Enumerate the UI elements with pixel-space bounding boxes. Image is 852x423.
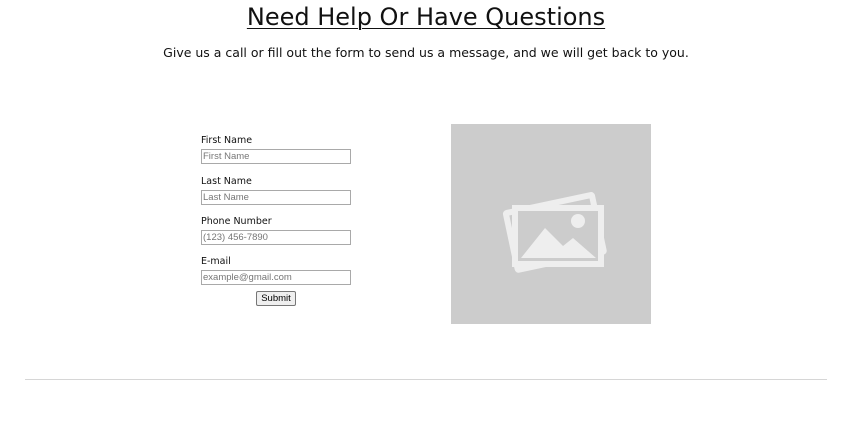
first-name-group: First Name (201, 135, 361, 176)
last-name-group: Last Name (201, 176, 361, 216)
phone-number-group: Phone Number (201, 216, 361, 257)
image-placeholder-icon (502, 192, 607, 273)
email-input[interactable] (201, 270, 351, 285)
last-name-input[interactable] (201, 189, 351, 205)
page-subtitle: Give us a call or fill out the form to s… (163, 45, 689, 60)
contact-form: First Name Last Name Phone Number E-mail (201, 135, 361, 297)
email-label: E-mail (201, 256, 231, 267)
phone-number-input[interactable] (201, 229, 351, 245)
phone-number-label: Phone Number (201, 215, 272, 227)
image-placeholder (451, 124, 651, 324)
footer-divider (25, 379, 827, 380)
last-name-label: Last Name (201, 175, 252, 187)
page-title: Need Help Or Have Questions (246, 3, 606, 31)
first-name-label: First Name (201, 135, 253, 146)
submit-button[interactable]: Submit (256, 291, 296, 306)
first-name-input[interactable] (201, 149, 351, 164)
